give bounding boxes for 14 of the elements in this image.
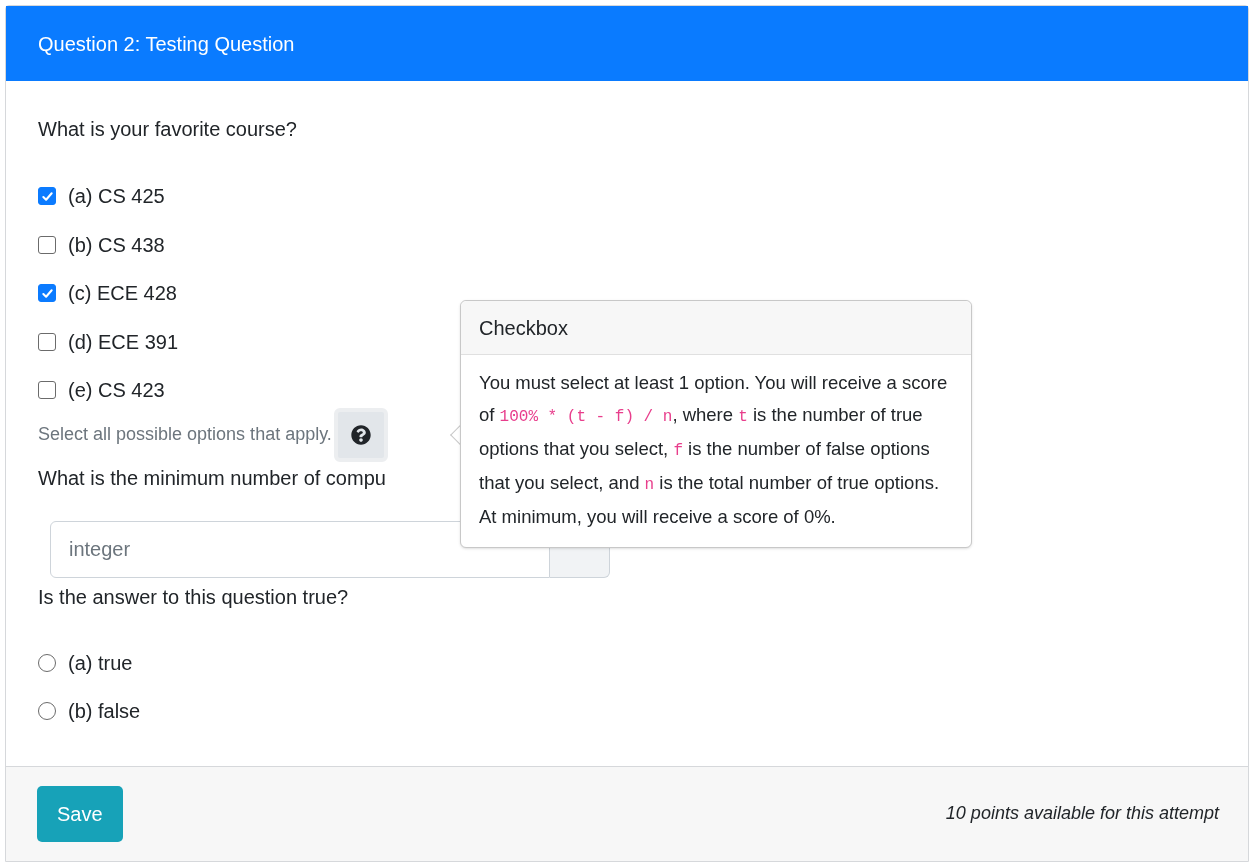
popover-title: Checkbox [479,315,568,341]
points-note: 10 points available for this attempt [945,802,1219,825]
option-label: (a) true [68,650,133,676]
card-title: Question 2: Testing Question [38,31,295,57]
question-prompt: What is the minimum number of compu [38,465,386,490]
option-label: (a) CS 425 [68,184,165,210]
option-label: (c) ECE 428 [68,281,177,307]
option-label: (d) ECE 391 [68,329,179,355]
option-label: (e) CS 423 [68,378,165,404]
option-label: (b) CS 438 [68,232,165,258]
option-label: (b) false [68,698,141,724]
question-prompt: What is your favorite course? [38,117,297,141]
question-prompt: Is the answer to this question true? [38,584,349,609]
hint-text: Select all possible options that apply. [38,423,332,446]
